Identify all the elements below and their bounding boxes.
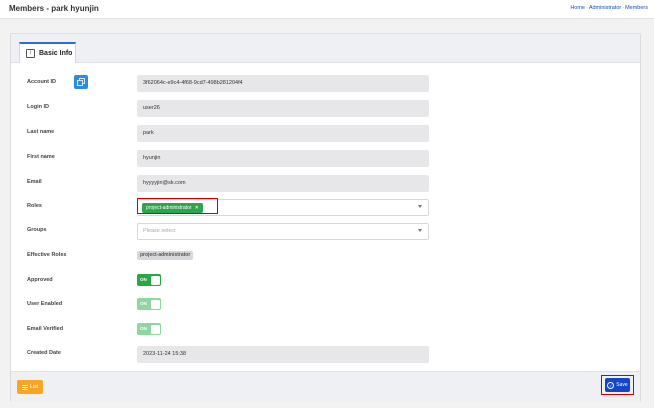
effective-roles-label: Effective Roles (27, 252, 67, 258)
roles-label: Roles (27, 203, 42, 209)
groups-select[interactable]: Please select (137, 223, 429, 240)
info-icon: i (26, 49, 35, 58)
chevron-down-icon[interactable] (418, 205, 422, 208)
first-name-row: First name hyunjin (27, 150, 447, 167)
chevron-down-icon[interactable] (418, 229, 422, 232)
email-verified-toggle[interactable]: ON (137, 323, 161, 335)
copy-account-id-button[interactable] (74, 75, 88, 89)
email-field: hyyyyjin@sk.com (137, 175, 429, 192)
email-verified-label: Email Verified (27, 326, 64, 332)
check-circle-icon: ✓ (607, 381, 615, 389)
created-date-field: 2023-11-24 15:38 (137, 346, 429, 363)
approved-label: Approved (27, 277, 53, 283)
created-date-label: Created Date (27, 350, 61, 356)
last-name-field: park (137, 125, 429, 142)
email-label: Email (27, 179, 42, 185)
member-card: i Basic Info Account ID 3f62064c-e9c4-4f… (10, 33, 641, 402)
email-verified-row: Email Verified ON (27, 322, 447, 339)
list-icon (22, 384, 29, 391)
page-title: Members - park hyunjin (9, 4, 99, 13)
toggle-knob (150, 275, 160, 285)
groups-placeholder: Please select (143, 228, 176, 234)
list-button-label: List (30, 384, 38, 390)
toggle-state: ON (140, 301, 147, 306)
effective-roles-row: Effective Roles project-administrator (27, 248, 447, 265)
card-footer: List ✓ Save (11, 371, 640, 402)
login-id-label: Login ID (27, 104, 49, 110)
toggle-state: ON (140, 277, 147, 282)
created-date-row: Created Date 2023-11-24 15:38 (27, 346, 447, 363)
roles-row: Roles project-administrator ✕ (27, 198, 447, 216)
effective-role-tag: project-administrator (137, 251, 194, 260)
last-name-row: Last name park (27, 125, 447, 142)
save-button[interactable]: ✓ Save (605, 378, 630, 392)
tab-basic-info[interactable]: i Basic Info (19, 42, 76, 63)
approved-row: Approved ON (27, 273, 447, 290)
toggle-knob (150, 324, 160, 334)
account-id-label: Account ID (27, 79, 57, 85)
account-id-field: 3f62064c-e9c4-4f68-9cd7-498b281204f4 (137, 75, 429, 92)
toggle-knob (150, 299, 160, 309)
user-enabled-row: User Enabled ON (27, 297, 447, 314)
breadcrumb-administrator[interactable]: Administrator (589, 5, 621, 11)
email-row: Email hyyyyjin@sk.com (27, 175, 447, 192)
save-button-label: Save (616, 382, 628, 388)
groups-row: Groups Please select (27, 223, 447, 240)
list-button[interactable]: List (17, 380, 43, 394)
breadcrumb-members[interactable]: Members (625, 5, 648, 11)
top-bar: Members - park hyunjin Home·Administrato… (0, 0, 654, 19)
toggle-state: ON (140, 326, 147, 331)
login-id-row: Login ID user26 (27, 100, 447, 117)
breadcrumb: Home·Administrator·Members (570, 5, 648, 11)
copy-icon (77, 78, 85, 86)
first-name-label: First name (27, 154, 55, 160)
highlight-box (137, 198, 218, 214)
login-id-field: user26 (137, 100, 429, 117)
tab-bar: i Basic Info (11, 34, 640, 63)
first-name-field: hyunjin (137, 150, 429, 167)
user-enabled-toggle[interactable]: ON (137, 298, 161, 310)
user-enabled-label: User Enabled (27, 301, 63, 307)
last-name-label: Last name (27, 129, 55, 135)
breadcrumb-home[interactable]: Home (570, 5, 585, 11)
approved-toggle[interactable]: ON (137, 274, 161, 286)
groups-label: Groups (27, 227, 47, 233)
tab-label: Basic Info (39, 50, 73, 57)
account-id-row: Account ID 3f62064c-e9c4-4f68-9cd7-498b2… (27, 75, 447, 92)
